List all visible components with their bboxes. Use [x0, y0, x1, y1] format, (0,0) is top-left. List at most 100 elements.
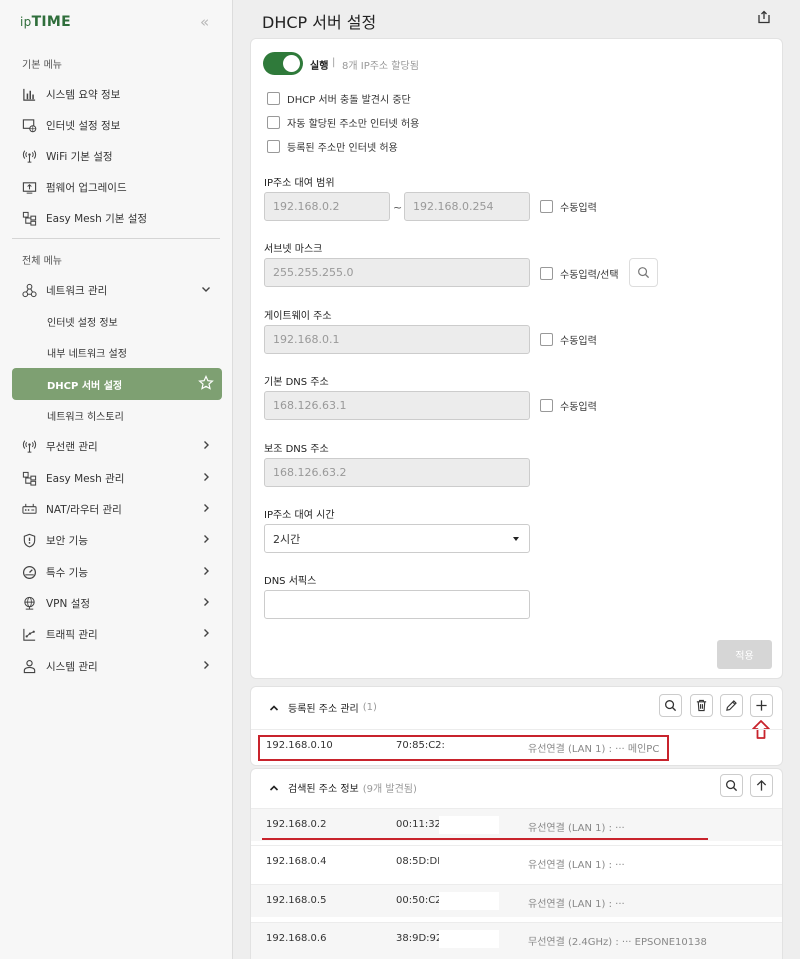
- underline-annotation: [262, 838, 708, 840]
- sidebar-item-label: 네트워크 관리: [46, 284, 108, 297]
- table-row[interactable]: 192.168.0.4 08:5D:DD: 유선연결 (LAN 1) : ···: [251, 845, 782, 878]
- table-row[interactable]: 192.168.0.6 38:9D:92: 무선연결 (2.4GHz) : ··…: [251, 922, 782, 959]
- sidebar-item-label: VPN 설정: [46, 597, 91, 610]
- router-icon: [21, 501, 37, 517]
- apply-button[interactable]: 적용: [717, 640, 772, 669]
- sidebar-item-system[interactable]: 시스템 관리: [12, 652, 222, 680]
- dns-suffix-label: DNS 서픽스: [264, 576, 317, 587]
- sidebar-item-easymesh[interactable]: Easy Mesh 관리: [12, 464, 222, 492]
- sidebar-item-vpn[interactable]: VPN 설정: [12, 589, 222, 617]
- row-ip: 192.168.0.2: [266, 819, 327, 830]
- sidebar-item-traffic[interactable]: 트래픽 관리: [12, 620, 222, 648]
- sidebar-item-label: 시스템 요약 정보: [46, 88, 121, 101]
- row-ip: 192.168.0.6: [266, 933, 327, 944]
- plus-icon: [756, 700, 767, 711]
- dns2-input[interactable]: 168.126.63.2: [264, 458, 530, 487]
- sidebar-item-internet-info[interactable]: 인터넷 설정 정보: [12, 111, 222, 139]
- checkbox[interactable]: [540, 333, 553, 346]
- checkbox-label: 수동입력/선택: [560, 270, 619, 281]
- dhcp-enable-toggle[interactable]: [263, 52, 303, 75]
- sidebar-item-wifi-basic[interactable]: WiFi 기본 설정: [12, 142, 222, 170]
- sidebar-item-network[interactable]: 네트워크 관리: [12, 276, 222, 304]
- registered-search-button[interactable]: [659, 694, 682, 717]
- dropdown-arrow-icon: [513, 537, 519, 541]
- subnet-input[interactable]: 255.255.255.0: [264, 258, 530, 287]
- lease-time-select[interactable]: 2시간: [264, 524, 530, 553]
- section-title: 검색된 주소 정보: [288, 784, 359, 795]
- sidebar-item-label: 펌웨어 업그레이드: [46, 181, 127, 194]
- sidebar-item-special[interactable]: 특수 기능: [12, 558, 222, 586]
- user-system-icon: [21, 658, 37, 674]
- sidebar-subitem-dhcp-server[interactable]: DHCP 서버 설정: [12, 368, 222, 400]
- traffic-icon: [21, 626, 37, 642]
- chevron-up-icon: [269, 784, 279, 791]
- registered-add-button[interactable]: [750, 694, 773, 717]
- checkbox[interactable]: [540, 399, 553, 412]
- subnet-search-button[interactable]: [629, 258, 658, 287]
- page-title: DHCP 서버 설정: [262, 13, 377, 32]
- sidebar: ipTIME « 기본 메뉴 시스템 요약 정보 인터넷 설정 정보 WiFi …: [0, 0, 233, 959]
- wifi-tower-icon: [21, 438, 37, 454]
- sidebar-item-nat-router[interactable]: NAT/라우터 관리: [12, 495, 222, 523]
- checkbox-label: DHCP 서버 충돌 발견시 중단: [287, 95, 411, 106]
- sidebar-item-label: 무선랜 관리: [46, 440, 98, 453]
- table-row[interactable]: 192.168.0.5 00:50:C2: 유선연결 (LAN 1) : ···: [251, 884, 782, 917]
- manual-subnet-checkbox[interactable]: 수동입력/선택: [540, 266, 619, 281]
- sidebar-item-label: 보안 기능: [46, 534, 88, 547]
- sidebar-item-security[interactable]: 보안 기능: [12, 526, 222, 554]
- chevron-right-icon: [204, 473, 209, 481]
- dns-suffix-input[interactable]: [264, 590, 530, 619]
- sidebar-item-label: DHCP 서버 설정: [47, 380, 123, 392]
- manual-gateway-checkbox[interactable]: 수동입력: [540, 332, 597, 347]
- table-row[interactable]: 192.168.0.2 00:11:32: 유선연결 (LAN 1) : ···: [251, 808, 782, 841]
- all-menu-title: 전체 메뉴: [22, 256, 62, 267]
- registered-header[interactable]: 등록된 주소 관리 (1): [268, 700, 377, 715]
- discovered-header[interactable]: 검색된 주소 정보 (9개 발견됨): [268, 780, 417, 795]
- sidebar-item-system-summary[interactable]: 시스템 요약 정보: [12, 80, 222, 108]
- chevron-right-icon: [204, 661, 209, 669]
- checkbox[interactable]: [267, 92, 280, 105]
- discovered-upload-button[interactable]: [750, 774, 773, 797]
- ip-range-end-input[interactable]: 192.168.0.254: [404, 192, 530, 221]
- manual-range-checkbox[interactable]: 수동입력: [540, 199, 597, 214]
- section-count: (1): [362, 702, 377, 713]
- checkbox-label: 등록된 주소만 인터넷 허용: [287, 143, 398, 154]
- dns2-label: 보조 DNS 주소: [264, 444, 329, 455]
- ip-range-start-input[interactable]: 192.168.0.2: [264, 192, 390, 221]
- chevron-down-icon: [202, 287, 210, 292]
- range-separator: ~: [393, 201, 403, 214]
- export-icon[interactable]: [757, 10, 771, 24]
- wifi-tower-icon: [21, 148, 37, 164]
- run-status: 8개 IP주소 할당됨: [342, 61, 419, 72]
- sidebar-item-label: 특수 기능: [46, 566, 88, 579]
- sidebar-subitem-internet-info[interactable]: 인터넷 설정 정보: [12, 307, 222, 335]
- mesh-icon: [21, 470, 37, 486]
- option-registered-only-internet[interactable]: 등록된 주소만 인터넷 허용: [267, 139, 398, 154]
- row-mac: 00:11:32:: [396, 819, 445, 830]
- sidebar-subitem-network-history[interactable]: 네트워크 히스토리: [12, 401, 222, 429]
- sidebar-item-firmware[interactable]: 펌웨어 업그레이드: [12, 173, 222, 201]
- sidebar-subitem-lan-settings[interactable]: 내부 네트워크 설정: [12, 338, 222, 366]
- gateway-label: 게이트웨이 주소: [264, 311, 332, 322]
- checkbox[interactable]: [267, 140, 280, 153]
- sidebar-item-wireless[interactable]: 무선랜 관리: [12, 432, 222, 460]
- chevron-right-icon: [204, 629, 209, 637]
- manual-dns-checkbox[interactable]: 수동입력: [540, 398, 597, 413]
- collapse-sidebar-icon[interactable]: «: [200, 13, 209, 31]
- discovered-search-button[interactable]: [720, 774, 743, 797]
- option-stop-on-conflict[interactable]: DHCP 서버 충돌 발견시 중단: [267, 91, 411, 106]
- dns1-input[interactable]: 168.126.63.1: [264, 391, 530, 420]
- checkbox[interactable]: [540, 200, 553, 213]
- gateway-input[interactable]: 192.168.0.1: [264, 325, 530, 354]
- shield-icon: [21, 532, 37, 548]
- logo[interactable]: ipTIME: [20, 14, 71, 30]
- sidebar-item-easymesh-basic[interactable]: Easy Mesh 기본 설정: [12, 204, 222, 232]
- favorite-star-icon[interactable]: [198, 375, 214, 391]
- globe-monitor-icon: [21, 117, 37, 133]
- option-auto-only-internet[interactable]: 자동 할당된 주소만 인터넷 허용: [267, 115, 419, 130]
- checkbox[interactable]: [267, 116, 280, 129]
- checkbox[interactable]: [540, 267, 553, 280]
- trash-icon: [696, 699, 707, 712]
- registered-delete-button[interactable]: [690, 694, 713, 717]
- registered-edit-button[interactable]: [720, 694, 743, 717]
